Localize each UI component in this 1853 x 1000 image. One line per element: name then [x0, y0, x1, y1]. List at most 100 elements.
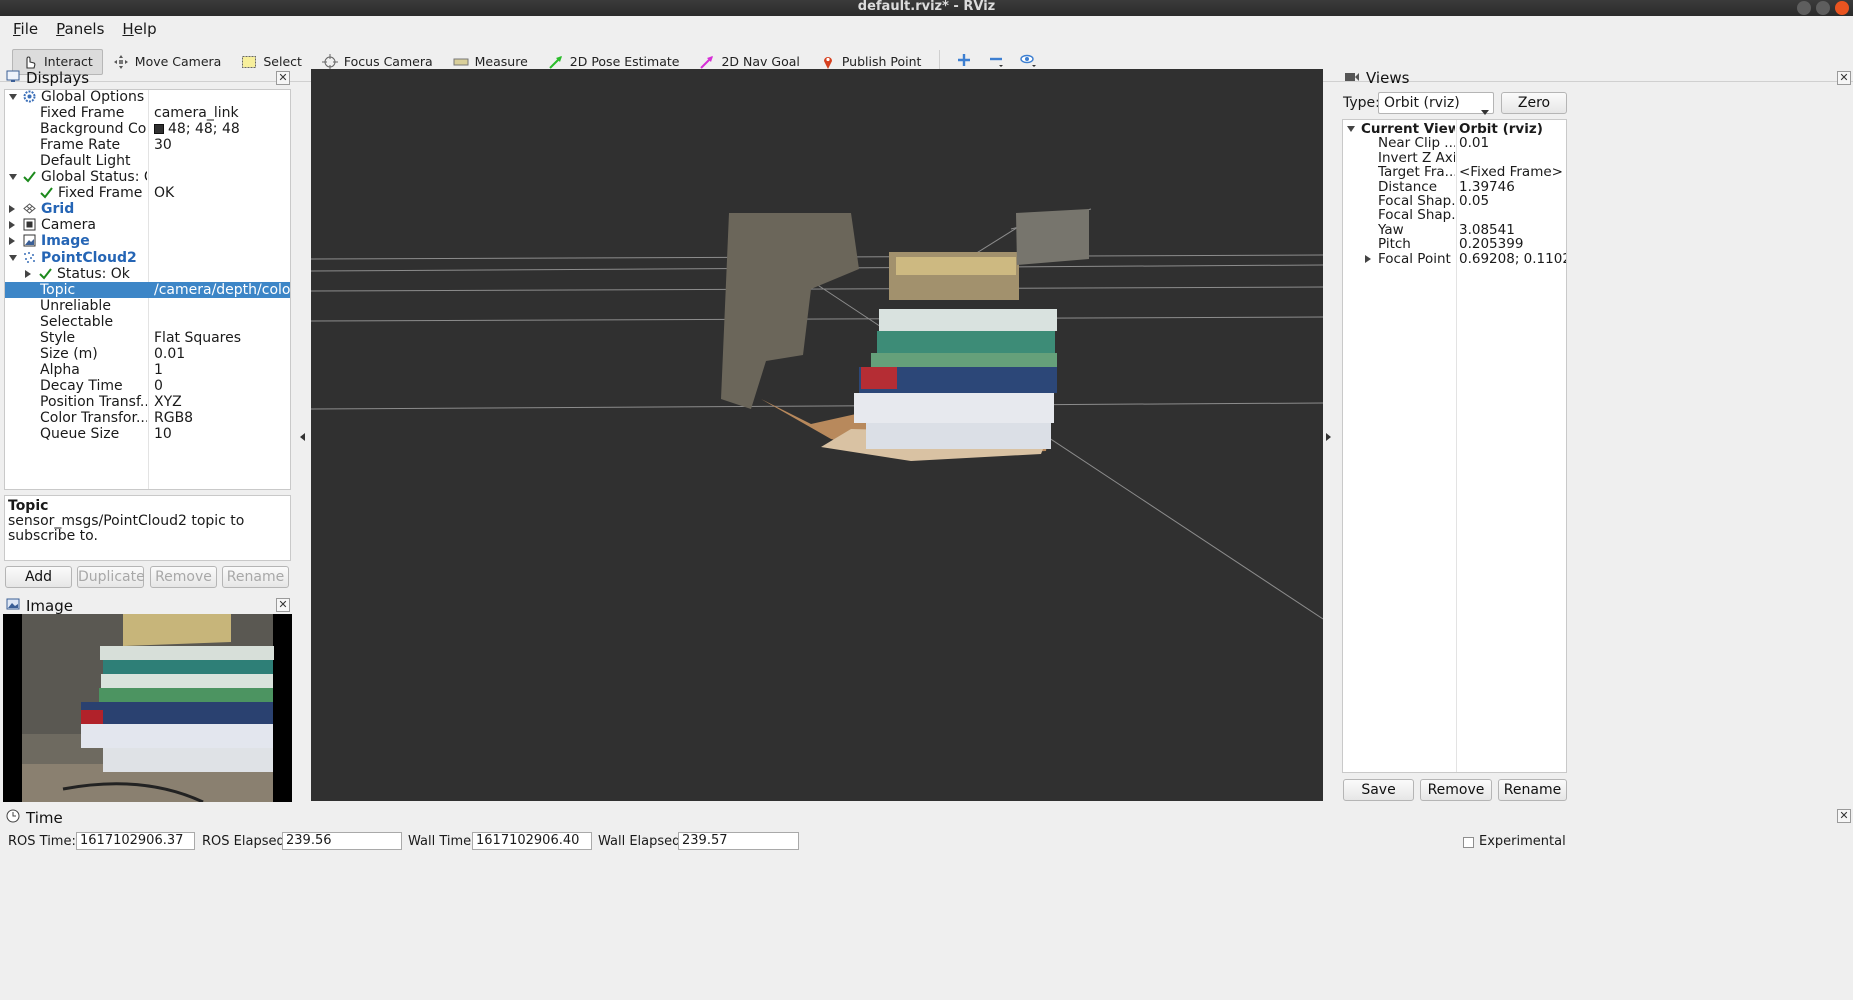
wall-time-label: Wall Time:: [408, 834, 476, 849]
ros-elapsed-label: ROS Elapsed:: [202, 834, 290, 849]
window-title: default.rviz* - RViz: [857, 0, 996, 14]
color-swatch[interactable]: [154, 124, 164, 135]
experimental-checkbox[interactable]: [1463, 837, 1474, 848]
displays-close-button[interactable]: ✕: [276, 71, 290, 85]
render-3d-viewport[interactable]: [311, 69, 1323, 801]
display-row-topic[interactable]: Topic/camera/depth/color/...: [5, 281, 290, 298]
collapse-arrow-icon[interactable]: [9, 174, 17, 181]
collapse-arrow-icon[interactable]: [9, 94, 17, 100]
property-value[interactable]: 0.01: [151, 346, 290, 362]
display-row-fixed-frame[interactable]: Fixed Frame camera_link: [5, 105, 290, 121]
property-value[interactable]: 48; 48; 48: [151, 121, 290, 137]
display-row-status-ok[interactable]: Status: Ok: [5, 266, 290, 282]
display-row-decay-time[interactable]: Decay Time 0: [5, 378, 290, 394]
expand-arrow-icon[interactable]: [9, 237, 15, 246]
display-row-selectable[interactable]: Selectable✓: [5, 314, 290, 330]
property-name: Decay Time: [40, 377, 123, 394]
minimize-icon[interactable]: [1797, 1, 1811, 15]
menu-panels[interactable]: Panels: [49, 18, 111, 40]
display-row-pointcloud2[interactable]: PointCloud2✓: [5, 250, 290, 266]
display-row-position-transf[interactable]: Position Transf... XYZ: [5, 394, 290, 410]
property-name: Background Color: [40, 121, 147, 138]
display-row-queue-size[interactable]: Queue Size 10: [5, 426, 290, 442]
wall-elapsed-field[interactable]: 239.57: [678, 832, 799, 850]
wall-elapsed-label: Wall Elapsed:: [598, 834, 685, 849]
property-value[interactable]: Flat Squares: [151, 330, 290, 346]
focus-camera-icon: [321, 53, 338, 70]
remove-display-button[interactable]: Remove: [150, 566, 217, 588]
menu-file[interactable]: File: [6, 18, 45, 40]
views-title: Views: [1366, 69, 1410, 87]
property-value[interactable]: RGB8: [151, 410, 290, 426]
menu-help[interactable]: Help: [115, 18, 163, 40]
display-row-alpha[interactable]: Alpha 1: [5, 362, 290, 378]
expand-arrow-icon[interactable]: [9, 221, 15, 230]
display-row-global-options[interactable]: Global Options: [5, 89, 290, 105]
display-row-default-light[interactable]: Default Light✓: [5, 153, 290, 169]
time-panel-header: Time: [6, 808, 63, 828]
rename-display-button[interactable]: Rename: [222, 566, 289, 588]
displays-panel-header: Displays: [6, 68, 89, 88]
display-row-background-color[interactable]: Background Color48; 48; 48: [5, 121, 290, 137]
property-name: Alpha: [40, 361, 80, 378]
dropdown-arrow-icon: [1481, 101, 1489, 121]
collapse-arrow-icon[interactable]: [9, 254, 17, 261]
property-value[interactable]: /camera/depth/color/...: [151, 282, 290, 298]
property-name: Selectable: [40, 313, 114, 330]
display-row-frame-rate[interactable]: Frame Rate 30: [5, 137, 290, 153]
duplicate-display-button[interactable]: Duplicate: [77, 566, 145, 588]
ros-elapsed-field[interactable]: 239.56: [282, 832, 402, 850]
display-row-color-transfor[interactable]: Color Transfor... RGB8: [5, 410, 290, 426]
display-row-grid[interactable]: Grid✓: [5, 201, 290, 217]
view-type-select[interactable]: Orbit (rviz): [1378, 92, 1494, 115]
ros-time-field[interactable]: 1617102906.37: [76, 832, 195, 850]
display-row-unreliable[interactable]: Unreliable: [5, 298, 290, 314]
property-value[interactable]: 10: [151, 426, 290, 442]
collapse-arrow-icon[interactable]: [1347, 126, 1355, 132]
property-name: Topic: [40, 281, 76, 298]
save-view-button[interactable]: Save: [1343, 779, 1414, 801]
time-panel: Time ✕ ROS Time: 1617102906.37 ROS Elaps…: [0, 806, 1853, 1000]
select-icon: [241, 54, 257, 70]
monitor-icon: [6, 69, 20, 87]
property-name: Queue Size: [40, 426, 120, 443]
add-display-button[interactable]: Add: [5, 566, 72, 588]
close-window-icon[interactable]: [1835, 1, 1849, 15]
property-value[interactable]: XYZ: [151, 394, 290, 410]
expand-arrow-icon[interactable]: [25, 269, 31, 278]
property-name: Global Options: [41, 89, 145, 105]
left-collapse-arrow-icon[interactable]: [299, 430, 307, 446]
property-value[interactable]: OK: [151, 185, 290, 201]
tool-select[interactable]: Select: [231, 49, 312, 75]
wall-time-field[interactable]: 1617102906.40: [472, 832, 592, 850]
nav-goal-arrow-icon: [699, 54, 715, 70]
property-name: Position Transf...: [40, 393, 147, 410]
property-name: Grid: [41, 201, 75, 218]
tool-move-camera[interactable]: Move Camera: [103, 49, 232, 75]
view-type-value: Orbit (rviz): [1384, 95, 1460, 111]
property-value[interactable]: 30: [151, 137, 290, 153]
display-row-image[interactable]: Image✓: [5, 233, 290, 249]
rename-view-button[interactable]: Rename: [1498, 779, 1567, 801]
right-collapse-arrow-icon[interactable]: [1325, 430, 1333, 446]
maximize-icon[interactable]: [1816, 1, 1830, 15]
zero-view-button[interactable]: Zero: [1501, 92, 1567, 114]
pointcloud-scene: [311, 208, 1323, 620]
display-row-fixed-frame[interactable]: Fixed Frame OK: [5, 185, 290, 201]
image-panel-close-button[interactable]: ✕: [276, 598, 290, 612]
tool-label: Interact: [44, 54, 93, 69]
view-row-focal-point[interactable]: Focal Point 0.69208; 0.1102...: [1343, 251, 1566, 267]
remove-view-button[interactable]: Remove: [1420, 779, 1492, 801]
display-row-size-m[interactable]: Size (m) 0.01: [5, 346, 290, 362]
property-value[interactable]: camera_link: [151, 105, 290, 121]
views-close-button[interactable]: ✕: [1837, 71, 1851, 85]
view-property-value[interactable]: 0.69208; 0.1102...: [1456, 251, 1566, 267]
time-close-button[interactable]: ✕: [1837, 809, 1851, 823]
property-value[interactable]: 0: [151, 378, 290, 394]
expand-arrow-icon[interactable]: [9, 205, 15, 214]
display-row-global-status-ok[interactable]: Global Status: Ok: [5, 169, 290, 185]
display-row-camera[interactable]: Camera: [5, 217, 290, 233]
display-row-style[interactable]: Style Flat Squares: [5, 330, 290, 346]
expand-arrow-icon[interactable]: [1365, 254, 1371, 263]
property-value[interactable]: 1: [151, 362, 290, 378]
